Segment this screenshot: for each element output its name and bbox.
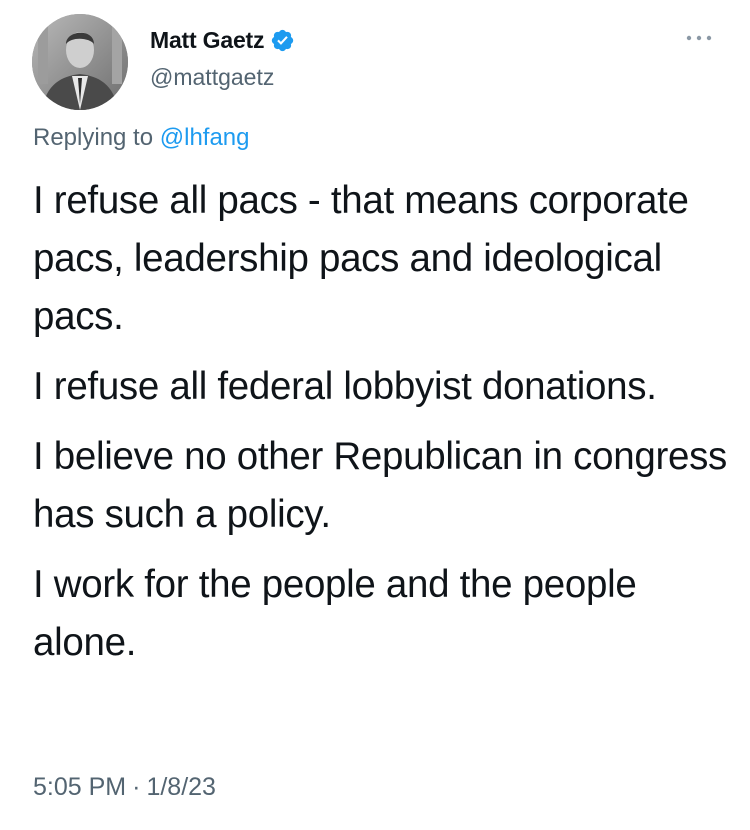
- author-avatar[interactable]: [32, 14, 128, 110]
- tweet-paragraph: I work for the people and the people alo…: [33, 563, 637, 664]
- tweet-paragraph: I refuse all federal lobbyist donations.: [33, 365, 657, 408]
- avatar-photo: [32, 14, 128, 110]
- tweet-time[interactable]: 5:05 PM: [33, 773, 126, 801]
- author-handle[interactable]: @mattgaetz: [150, 64, 274, 91]
- replying-to-line: Replying to @lhfang: [33, 124, 250, 152]
- tweet-paragraph: I believe no other Republican in congres…: [33, 435, 727, 536]
- verified-badge-icon: [272, 29, 294, 52]
- tweet-date[interactable]: 1/8/23: [146, 773, 216, 801]
- author-name[interactable]: Matt Gaetz: [150, 27, 295, 54]
- timestamp-separator: ·: [132, 773, 141, 801]
- tweet-timestamp[interactable]: 5:05 PM · 1/8/23: [33, 773, 216, 802]
- tweet-paragraph: I refuse all pacs - that means corporate…: [33, 179, 689, 338]
- reply-target-link[interactable]: @lhfang: [160, 124, 250, 151]
- more-options-button[interactable]: [684, 30, 714, 46]
- author-name-text[interactable]: Matt Gaetz: [150, 27, 264, 54]
- tweet-text: I refuse all pacs - that means corporate…: [33, 172, 733, 684]
- tweet-card: Matt Gaetz @mattgaetz Replying to @lhfan…: [0, 0, 750, 830]
- more-dots-icon: [686, 35, 712, 41]
- replying-to-label: Replying to: [33, 124, 154, 151]
